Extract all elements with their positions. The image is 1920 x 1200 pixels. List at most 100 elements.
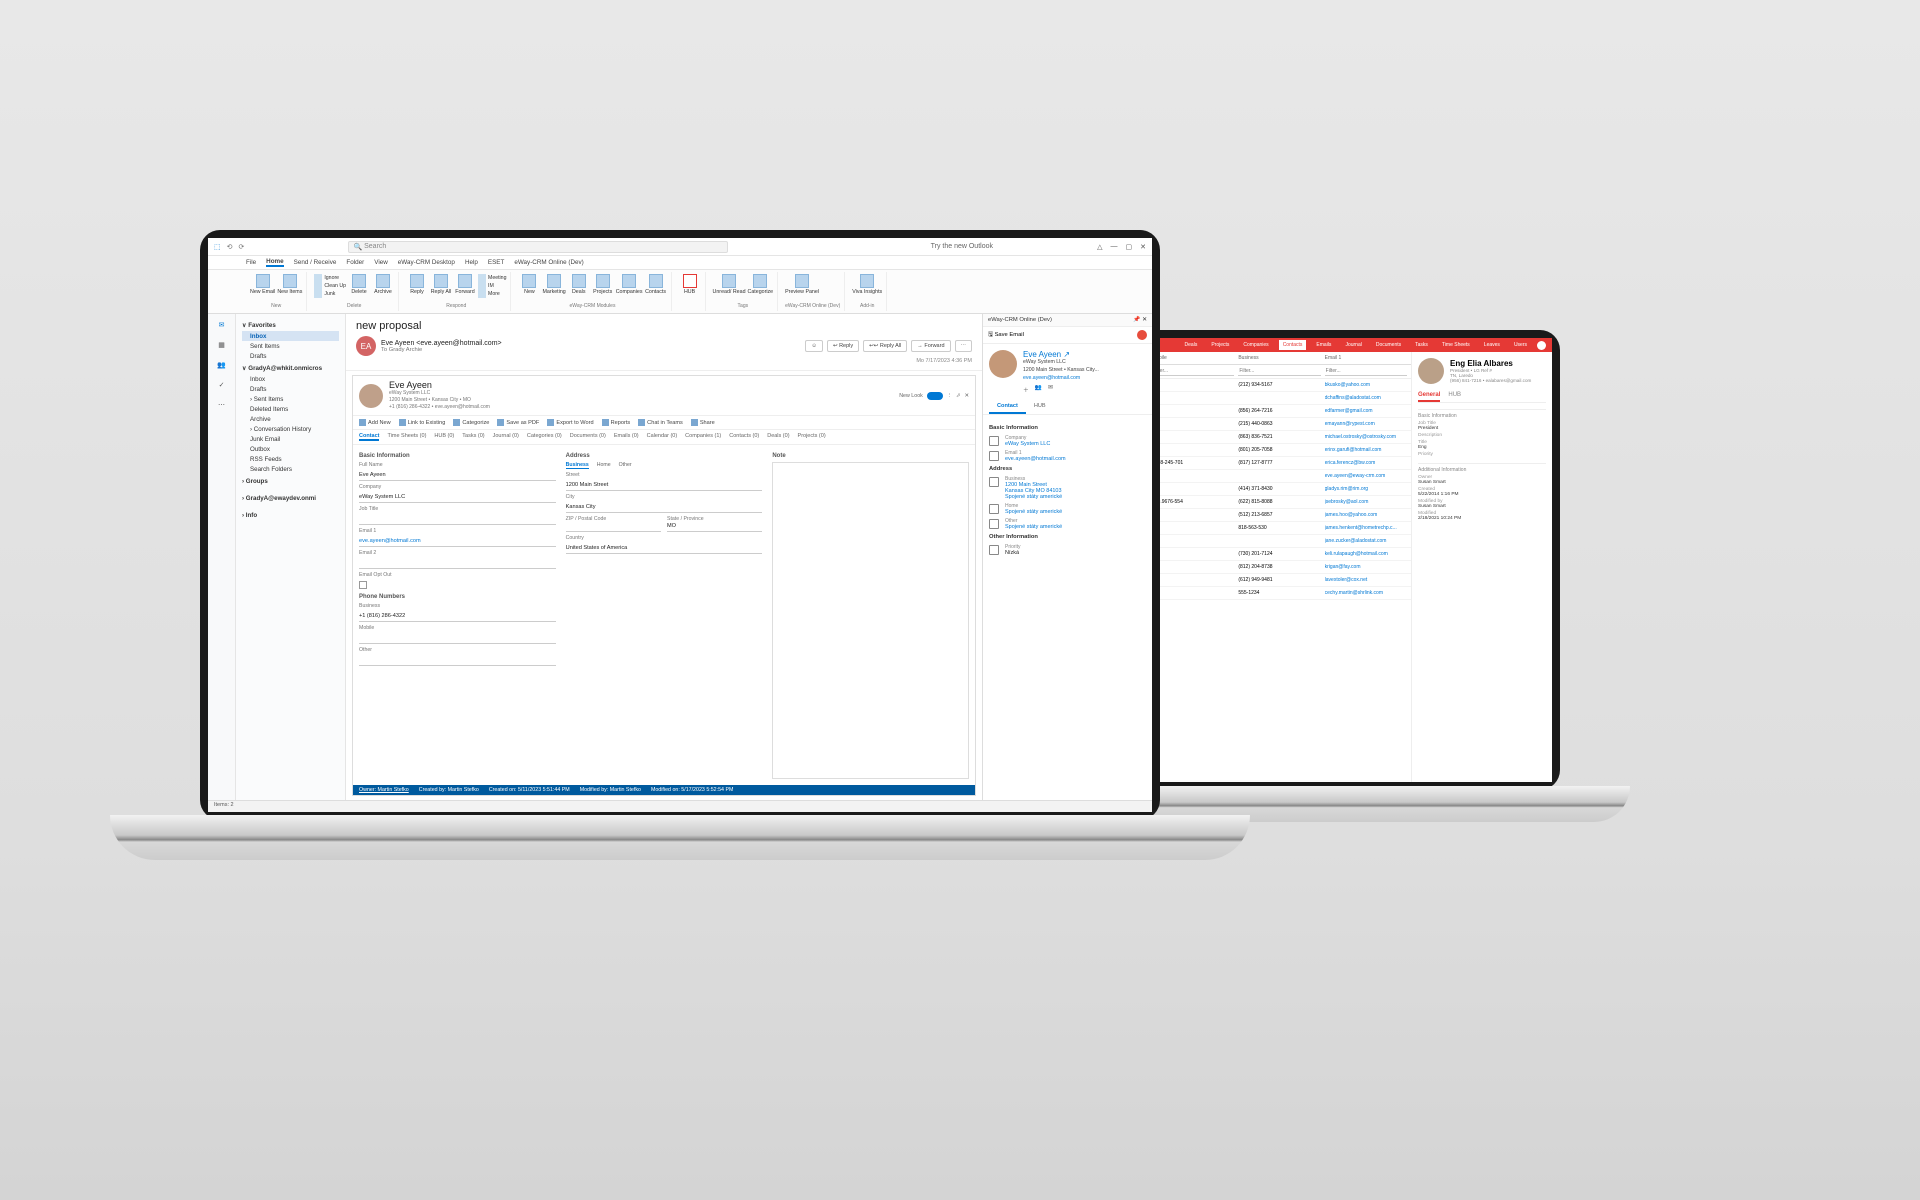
folder-drafts[interactable]: Drafts xyxy=(242,351,339,361)
eway-email1-link[interactable]: eve.ayeen@hotmail.com xyxy=(1005,456,1066,462)
categorize-button[interactable]: Categorize xyxy=(748,274,774,295)
subtab-3[interactable]: Tasks (0) xyxy=(462,433,484,441)
smile-button[interactable]: ☺ xyxy=(805,340,823,352)
new-email-button[interactable]: New Email xyxy=(250,274,275,295)
projects-button[interactable]: Projects xyxy=(592,274,614,295)
account1-header[interactable]: ∨ GradyA@whkit.onmicros xyxy=(242,365,339,372)
save-email-button[interactable]: 🖫 Save Email xyxy=(988,330,1024,340)
table-row[interactable]: 540.9676-554(622) 815-8088jsebrosky@aol.… xyxy=(1148,496,1411,509)
email2-field[interactable] xyxy=(359,559,556,569)
cleanup-button[interactable]: Clean Up xyxy=(314,282,346,290)
table-row[interactable]: (215) 440-0863emayann@rypest.com xyxy=(1148,418,1411,431)
rail-people-icon[interactable]: 👥 xyxy=(215,358,229,372)
info-header[interactable]: › Info xyxy=(242,512,339,519)
folder-outbox[interactable]: Outbox xyxy=(242,444,339,454)
preview-panel-button[interactable]: Preview Panel xyxy=(785,274,819,295)
country-field[interactable]: United States of America xyxy=(566,544,763,554)
state-field[interactable]: MO xyxy=(667,522,762,532)
folder-drafts2[interactable]: Drafts xyxy=(242,384,339,394)
marketing-button[interactable]: Marketing xyxy=(542,274,565,295)
eway-contact-name[interactable]: Eve Ayeen ↗ xyxy=(1023,350,1099,359)
subtab-2[interactable]: HUB (0) xyxy=(434,433,454,441)
rail-more-icon[interactable]: ⋯ xyxy=(215,398,229,412)
share-button[interactable]: Share xyxy=(691,419,715,426)
eway-tab-hub[interactable]: HUB xyxy=(1026,400,1054,414)
subtab-10[interactable]: Contacts (0) xyxy=(729,433,759,441)
nav-companies[interactable]: Companies xyxy=(1239,340,1272,350)
msg-reply-button[interactable]: ↩ Reply xyxy=(827,340,859,352)
table-row[interactable]: jane.zucker@aladostat.com xyxy=(1148,535,1411,548)
subtab-12[interactable]: Projects (0) xyxy=(798,433,826,441)
table-row[interactable]: (612) 949-9481lavextoler@cox.net xyxy=(1148,574,1411,587)
table-row[interactable]: (212) 934-5167bkusko@yahoo.com xyxy=(1148,379,1411,392)
delete-button[interactable]: Delete xyxy=(348,274,370,298)
tab-hub[interactable]: HUB xyxy=(1448,390,1461,402)
table-row[interactable]: (812) 204-8738krigan@fay.com xyxy=(1148,561,1411,574)
link-existing-button[interactable]: Link to Existing xyxy=(399,419,446,426)
reply-button[interactable]: Reply xyxy=(406,274,428,298)
add-new-button[interactable]: Add New xyxy=(359,419,391,426)
tab-eway-online[interactable]: eWay-CRM Online (Dev) xyxy=(514,259,583,266)
msg-forward-button[interactable]: → Forward xyxy=(911,340,950,352)
subtab-7[interactable]: Emails (0) xyxy=(614,433,639,441)
subtab-6[interactable]: Documents (0) xyxy=(570,433,606,441)
teams-button[interactable]: Chat in Teams xyxy=(638,419,683,426)
table-row[interactable]: eve.ayeen@eway-crm.com xyxy=(1148,470,1411,483)
nav-projects[interactable]: Projects xyxy=(1207,340,1233,350)
folder-archive[interactable]: Archive xyxy=(242,414,339,424)
eway-plus-icon[interactable]: ＋ xyxy=(1023,385,1029,394)
zip-field[interactable] xyxy=(566,522,661,532)
forward-button[interactable]: Forward xyxy=(454,274,476,298)
search-input[interactable]: 🔍 Search xyxy=(348,241,728,253)
ignore-button[interactable]: Ignore xyxy=(314,274,346,282)
deals-button[interactable]: Deals xyxy=(568,274,590,295)
folder-rss[interactable]: RSS Feeds xyxy=(242,454,339,464)
nav-tasks[interactable]: Tasks xyxy=(1411,340,1432,350)
fullname-field[interactable]: Eve Ayeen xyxy=(359,471,556,481)
eway-flame-icon[interactable] xyxy=(1137,330,1147,340)
street-field[interactable]: 1200 Main Street xyxy=(566,481,763,491)
folder-search[interactable]: Search Folders xyxy=(242,464,339,474)
table-row[interactable]: 818-563-530james.henkent@hometrechp.c... xyxy=(1148,522,1411,535)
subtab-11[interactable]: Deals (0) xyxy=(767,433,789,441)
msg-replyall-button[interactable]: ↩↩ Reply All xyxy=(863,340,907,352)
user-avatar-icon[interactable] xyxy=(1537,341,1546,350)
tab-eset[interactable]: ESET xyxy=(488,259,504,266)
table-row[interactable]: (414) 371-8430gladys.rim@rim.org xyxy=(1148,483,1411,496)
addr-tab-home[interactable]: Home xyxy=(597,462,611,469)
company-field[interactable]: eWay System LLC xyxy=(359,493,556,503)
filter-mobile[interactable] xyxy=(1152,367,1234,376)
subtab-5[interactable]: Categories (0) xyxy=(527,433,562,441)
tab-help[interactable]: Help xyxy=(465,259,478,266)
filter-business[interactable] xyxy=(1238,367,1320,376)
table-row[interactable]: dchaffins@aladostat.com xyxy=(1148,392,1411,405)
folder-inbox2[interactable]: Inbox xyxy=(242,374,339,384)
eway-email-link[interactable]: eve.ayeen@hotmail.com xyxy=(1023,375,1080,381)
folder-junk[interactable]: Junk Email xyxy=(242,434,339,444)
col-mobile[interactable]: Mobile xyxy=(1152,355,1234,361)
eway-teams-icon[interactable]: 👥 xyxy=(1035,385,1042,394)
table-row[interactable]: (512) 213-6857james.hoo@yahoo.com xyxy=(1148,509,1411,522)
addr-tab-other[interactable]: Other xyxy=(619,462,632,469)
nav-emails[interactable]: Emails xyxy=(1312,340,1335,350)
junk-button[interactable]: Junk xyxy=(314,290,346,298)
viva-button[interactable]: Viva Insights xyxy=(852,274,882,295)
newlook-toggle[interactable] xyxy=(927,392,943,400)
nav-deals[interactable]: Deals xyxy=(1181,340,1202,350)
nav-documents[interactable]: Documents xyxy=(1372,340,1405,350)
other-phone-field[interactable] xyxy=(359,656,556,666)
export-word-button[interactable]: Export to Word xyxy=(547,419,593,426)
folder-inbox[interactable]: Inbox xyxy=(242,331,339,341)
replyall-button[interactable]: Reply All xyxy=(430,274,452,298)
nav-journal[interactable]: Journal xyxy=(1341,340,1365,350)
filter-email[interactable] xyxy=(1325,367,1407,376)
eway-close-icon[interactable]: ✕ xyxy=(1142,317,1147,323)
tab-view[interactable]: View xyxy=(374,259,388,266)
unread-button[interactable]: Unread/ Read xyxy=(713,274,746,295)
card-close-icon[interactable]: ✕ xyxy=(965,393,969,399)
table-row[interactable]: 9208-245-701(817) 127-8777erica.ferencz@… xyxy=(1148,457,1411,470)
nav-leaves[interactable]: Leaves xyxy=(1480,340,1504,350)
save-pdf-button[interactable]: Save as PDF xyxy=(497,419,539,426)
rail-calendar-icon[interactable]: ▦ xyxy=(215,338,229,352)
contacts-button[interactable]: Contacts xyxy=(645,274,667,295)
